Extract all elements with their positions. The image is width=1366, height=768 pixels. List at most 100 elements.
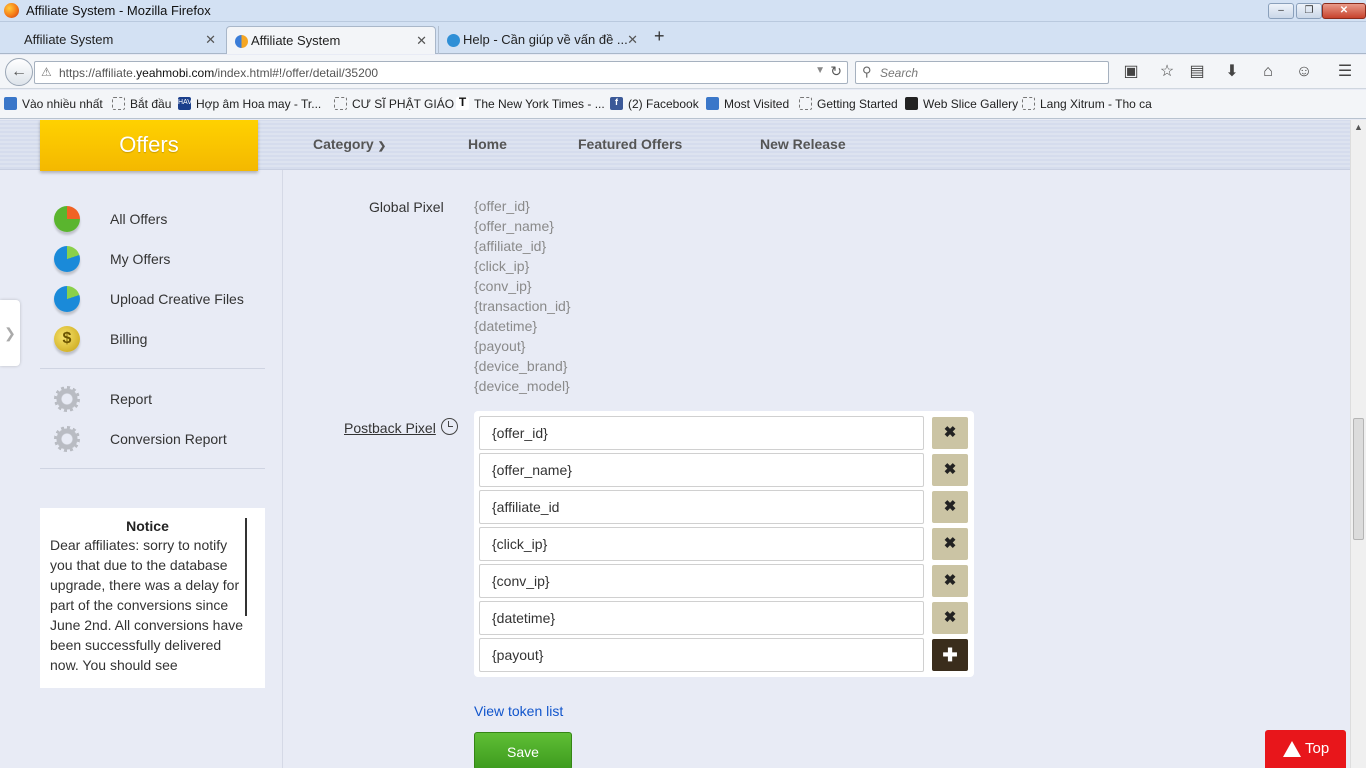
bookmark-item[interactable]: HAV Hợp âm Hoa may - Tr...	[178, 97, 321, 111]
sidebar-item-label: Report	[110, 391, 153, 407]
bookmark-hav-icon: HAV	[178, 97, 192, 110]
tab-affiliate-system-1[interactable]: Affiliate System ✕	[0, 26, 224, 54]
bookmark-item[interactable]: Bắt đầu	[112, 97, 171, 111]
bookmark-page-icon	[799, 97, 812, 110]
sidebar-item-all-offers[interactable]: All Offers	[40, 201, 265, 237]
gear-icon	[54, 426, 80, 452]
postback-pixel-link[interactable]: Postback Pixel	[344, 420, 436, 436]
offers-brand-tab[interactable]: Offers	[40, 120, 258, 171]
close-tab-icon[interactable]: ✕	[205, 32, 216, 48]
tab-label: Help - Cần giúp về vấn đề ...	[463, 32, 628, 47]
close-tab-icon[interactable]: ✕	[416, 33, 427, 49]
postback-row: ✖	[479, 490, 969, 524]
postback-param-input[interactable]	[479, 601, 924, 635]
bookmark-item[interactable]: Lang Xitrum - Tho ca	[1022, 97, 1152, 111]
postback-param-input[interactable]	[479, 453, 924, 487]
sidebar-item-report[interactable]: Report	[40, 381, 265, 417]
view-token-list-link[interactable]: View token list	[474, 703, 563, 719]
bookmark-item[interactable]: T The New York Times - ...	[456, 96, 605, 111]
remove-param-button[interactable]: ✖	[932, 491, 968, 523]
page-viewport: Offers Category ❯ Home Featured Offers Ne…	[0, 120, 1350, 768]
back-to-top-button[interactable]: Top	[1265, 730, 1346, 768]
sidebar-toggle[interactable]: ❯	[0, 300, 20, 366]
bookmark-item[interactable]: Getting Started	[799, 97, 898, 111]
notice-title: Notice	[126, 518, 169, 534]
postback-param-input[interactable]	[479, 564, 924, 598]
remove-param-button[interactable]: ✖	[932, 454, 968, 486]
bookmarks-menu-icon[interactable]: ▤	[1187, 63, 1207, 83]
close-tab-icon[interactable]: ✕	[627, 32, 638, 48]
reader-view-icon[interactable]: ▣	[1121, 63, 1141, 83]
bookmark-page-icon	[1022, 97, 1035, 110]
global-token-list: {offer_id} {offer_name} {affiliate_id} {…	[474, 196, 571, 396]
firefox-logo-icon	[4, 3, 19, 18]
search-bar[interactable]: ⚲ Search	[855, 61, 1109, 84]
global-token: {device_model}	[474, 378, 570, 394]
notice-panel: Notice Dear affiliates: sorry to notify …	[40, 508, 265, 688]
global-token: {transaction_id}	[474, 298, 571, 314]
reload-icon[interactable]: ↻	[830, 63, 842, 80]
sidebar-item-label: Upload Creative Files	[110, 291, 244, 307]
sidebar-item-upload-creative-files[interactable]: Upload Creative Files	[40, 281, 265, 317]
back-button[interactable]: ←	[5, 58, 33, 86]
remove-param-button[interactable]: ✖	[932, 602, 968, 634]
postback-param-input[interactable]	[479, 527, 924, 561]
bookmark-item[interactable]: CƯ SĨ PHẬT GIÁO	[334, 97, 454, 111]
notice-scrollbar[interactable]	[245, 518, 247, 616]
remove-param-button[interactable]: ✖	[932, 528, 968, 560]
maximize-button[interactable]: ❐	[1296, 3, 1322, 19]
bookmark-item[interactable]: Vào nhiều nhất	[4, 97, 103, 111]
tab-affiliate-system-2[interactable]: Affiliate System ✕	[226, 26, 436, 54]
bookmark-star-icon[interactable]: ☆	[1157, 63, 1177, 83]
new-tab-button[interactable]: +	[654, 26, 665, 47]
notice-body: Dear affiliates: sorry to notify you tha…	[50, 537, 244, 673]
menu-icon[interactable]: ☰	[1335, 63, 1355, 83]
sidebar-item-conversion-report[interactable]: Conversion Report	[40, 421, 265, 457]
sidebar-item-label: All Offers	[110, 211, 168, 227]
address-bar[interactable]: ⚠ https://affiliate.yeahmobi.com/index.h…	[34, 61, 848, 84]
sidebar-item-billing[interactable]: $ Billing	[40, 321, 265, 357]
downloads-icon[interactable]: ⬇	[1222, 63, 1242, 83]
postback-param-input[interactable]	[479, 416, 924, 450]
tab-label: Affiliate System	[24, 32, 114, 47]
site-info-icon[interactable]: ⚠	[41, 65, 52, 79]
nav-category[interactable]: Category ❯	[313, 136, 386, 152]
sidebar-divider	[40, 368, 265, 369]
postback-row: ✖	[479, 564, 969, 598]
global-token: {affiliate_id}	[474, 238, 547, 254]
sidebar-item-my-offers[interactable]: My Offers	[40, 241, 265, 277]
remove-param-button[interactable]: ✖	[932, 417, 968, 449]
sidebar-item-label: My Offers	[110, 251, 171, 267]
history-dropdown-icon[interactable]: ▼	[815, 65, 825, 76]
tab-help[interactable]: Help - Cần giúp về vấn đề ... ✕	[438, 26, 646, 54]
chat-icon[interactable]: ☺	[1294, 63, 1314, 83]
page-scrollbar[interactable]: ▲	[1350, 120, 1366, 768]
global-pixel-label: Global Pixel	[369, 199, 444, 215]
scrollbar-thumb[interactable]	[1353, 418, 1364, 540]
nav-featured-offers[interactable]: Featured Offers	[578, 136, 682, 152]
global-token: {offer_name}	[474, 218, 554, 234]
close-window-button[interactable]: ✕	[1322, 3, 1366, 19]
home-icon[interactable]: ⌂	[1258, 63, 1278, 83]
bookmark-item[interactable]: Most Visited	[706, 97, 789, 111]
bookmark-folder-icon	[4, 97, 17, 110]
postback-row: ✖	[479, 527, 969, 561]
nav-new-release[interactable]: New Release	[760, 136, 846, 152]
bookmark-item[interactable]: Web Slice Gallery	[905, 97, 1018, 111]
minimize-button[interactable]: –	[1268, 3, 1294, 19]
scroll-up-arrow-icon[interactable]: ▲	[1354, 122, 1363, 132]
bookmark-webslice-icon	[905, 97, 918, 110]
postback-param-input[interactable]	[479, 490, 924, 524]
navigation-toolbar: ← ⚠ https://affiliate.yeahmobi.com/index…	[0, 55, 1366, 89]
remove-param-button[interactable]: ✖	[932, 565, 968, 597]
bookmark-page-icon	[334, 97, 347, 110]
bookmark-item[interactable]: f (2) Facebook	[610, 97, 699, 111]
tab-favicon-icon	[447, 34, 460, 47]
save-button[interactable]: Save	[474, 732, 572, 768]
add-param-button[interactable]: ✚	[932, 639, 968, 671]
history-clock-icon[interactable]	[441, 418, 458, 435]
pie-chart-icon	[54, 206, 80, 232]
nav-home[interactable]: Home	[468, 136, 507, 152]
postback-param-input[interactable]	[479, 638, 924, 672]
chevron-down-icon: ❯	[377, 141, 387, 152]
